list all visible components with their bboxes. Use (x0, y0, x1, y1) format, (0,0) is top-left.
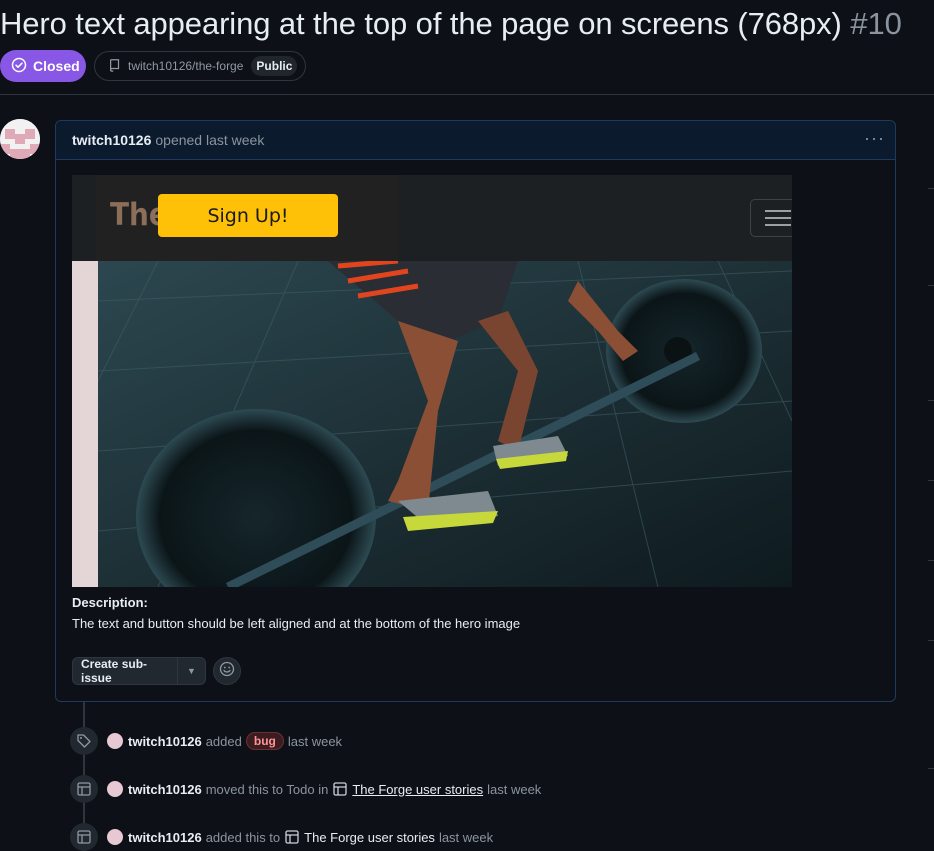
tag-icon (70, 727, 98, 755)
comment-author[interactable]: twitch10126 (72, 132, 151, 148)
screenshot-navbar: The Sign Up! (72, 175, 792, 261)
bug-label[interactable]: bug (245, 732, 284, 750)
description-text: The text and button should be left align… (72, 616, 521, 631)
comment-meta: opened last week (155, 132, 265, 148)
issue-number: #10 (850, 6, 902, 41)
issue-title-text: Hero text appearing at the top of the pa… (0, 6, 842, 41)
timeline-time[interactable]: last week (487, 782, 541, 797)
timeline-author[interactable]: twitch10126 (128, 782, 202, 797)
comment-header: twitch10126 opened last week ··· (56, 121, 895, 160)
timeline-event-added: twitch10126 added this to The Forge user… (70, 823, 493, 851)
embedded-screenshot: The Sign Up! (72, 175, 792, 587)
timeline-action: added this to (205, 829, 281, 845)
timeline-event-label: twitch10126 added bug last week (70, 727, 342, 755)
project-link[interactable]: The Forge user stories (352, 782, 483, 797)
timeline-author[interactable]: twitch10126 (128, 734, 202, 749)
create-subissue-label: Create sub-issue (81, 657, 148, 685)
issue-title: Hero text appearing at the top of the pa… (0, 6, 902, 42)
timeline-action: moved this to Todo in (205, 781, 329, 797)
author-avatar[interactable] (0, 119, 40, 159)
create-subissue-button[interactable]: Create sub-issue ▼ (72, 657, 206, 685)
project-link[interactable]: The Forge user stories (304, 830, 435, 845)
header-divider (0, 94, 934, 95)
avatar[interactable] (107, 733, 123, 749)
timeline-time[interactable]: last week (439, 830, 493, 845)
hero-photo-weightlifter (98, 261, 792, 587)
kebab-menu-icon[interactable]: ··· (864, 129, 885, 147)
repo-link[interactable]: twitch10126/the-forge Public (94, 51, 306, 81)
timeline-event-moved: twitch10126 moved this to Todo in The Fo… (70, 775, 541, 803)
check-circle-icon (11, 57, 27, 76)
timeline-action: added (205, 733, 242, 749)
hamburger-icon (750, 199, 792, 237)
project-icon (70, 775, 98, 803)
project-icon (332, 781, 348, 797)
repo-icon (108, 58, 122, 75)
issue-sidebar-edge (928, 95, 934, 843)
timeline-line (83, 702, 85, 843)
issue-body-comment: twitch10126 opened last week ··· The Sig… (55, 120, 896, 702)
repo-name: twitch10126/the-forge (128, 59, 244, 73)
avatar[interactable] (107, 781, 123, 797)
screenshot-signup-button: Sign Up! (158, 194, 338, 237)
smiley-icon (219, 661, 235, 682)
description-label: Description: (72, 595, 148, 610)
issue-state-label: Closed (33, 58, 80, 74)
project-icon (70, 823, 98, 851)
visibility-badge: Public (251, 56, 298, 76)
add-reaction-button[interactable] (213, 657, 241, 685)
chevron-down-icon[interactable]: ▼ (177, 658, 205, 684)
issue-state-badge: Closed (0, 50, 86, 82)
timeline-time[interactable]: last week (288, 734, 342, 749)
timeline-author[interactable]: twitch10126 (128, 830, 202, 845)
